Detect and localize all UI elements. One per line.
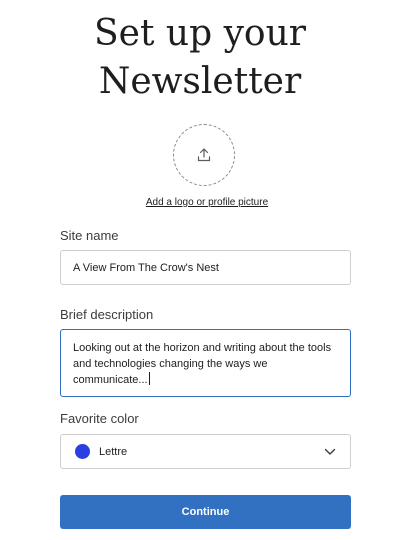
page-title: Set up your Newsletter [0,10,400,106]
logo-upload-dropzone[interactable] [173,124,235,186]
favorite-color-label: Favorite color [60,411,139,426]
page-title-line1: Set up your [94,13,306,54]
text-caret [148,372,150,385]
color-swatch [75,444,90,459]
site-name-input[interactable]: A View From The Crow's Nest [60,250,351,285]
description-label: Brief description [60,307,154,322]
add-logo-link[interactable]: Add a logo or profile picture [0,197,400,208]
upload-icon [197,148,211,162]
favorite-color-value: Lettre [99,445,128,458]
description-textarea[interactable]: Looking out at the horizon and writing a… [60,329,351,397]
page-title-line2: Newsletter [98,61,302,102]
chevron-down-icon [324,448,336,455]
favorite-color-select[interactable]: Lettre [60,434,351,469]
site-name-value: A View From The Crow's Nest [73,261,219,274]
site-name-label: Site name [60,228,119,243]
description-value: Looking out at the horizon and writing a… [73,342,332,386]
continue-button[interactable]: Continue [60,495,351,529]
